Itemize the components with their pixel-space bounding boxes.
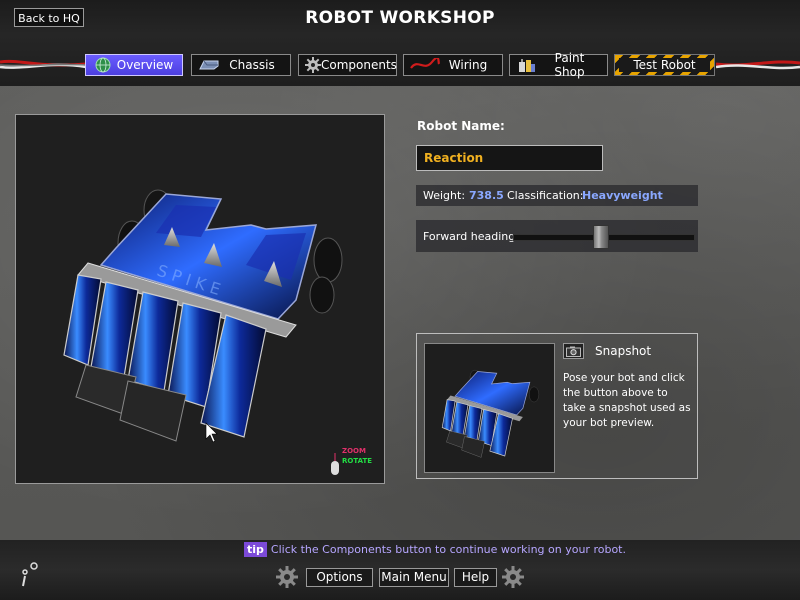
tab-test-robot[interactable]: Test Robot [614, 54, 715, 76]
classification-value: Heavyweight [582, 189, 663, 202]
tab-overview[interactable]: Overview [85, 54, 183, 76]
tab-label: Wiring [448, 58, 488, 72]
tab-label: Test Robot [619, 58, 710, 72]
cable-decoration-left [0, 59, 86, 69]
camera-icon [566, 346, 581, 357]
forward-heading-label: Forward heading: [423, 230, 519, 243]
stats-bar: Weight: 738.5 Classification: Heavyweigh… [416, 185, 698, 206]
tip-badge: tip [244, 542, 267, 557]
top-bar: Back to HQ ROBOT WORKSHOP Overview Chass… [0, 0, 800, 86]
snapshot-preview [424, 343, 555, 473]
weight-label: Weight: [423, 189, 466, 202]
gear-icon [276, 566, 298, 588]
robot-3d-viewport[interactable]: S P I K E [15, 114, 385, 484]
tab-label: Paint Shop [554, 51, 585, 79]
cable-decoration-right [716, 60, 800, 70]
tab-components[interactable]: Components [298, 54, 397, 76]
page-title: ROBOT WORKSHOP [305, 8, 495, 28]
info-icon[interactable] [15, 562, 39, 588]
tip-message: tip Click the Components button to conti… [244, 542, 626, 557]
tip-text: Click the Components button to continue … [270, 543, 626, 556]
globe-icon [92, 57, 114, 73]
snapshot-button[interactable] [563, 343, 584, 359]
help-button[interactable]: Help [454, 568, 497, 587]
snapshot-title: Snapshot [595, 344, 652, 358]
weight-value: 738.5 [469, 189, 504, 202]
chassis-icon [198, 57, 220, 73]
options-button[interactable]: Options [306, 568, 373, 587]
tab-chassis[interactable]: Chassis [191, 54, 291, 76]
forward-heading-panel: Forward heading: [416, 220, 698, 252]
paint-cans-icon [516, 57, 538, 73]
mouse-icon [331, 453, 339, 475]
robot-name-field[interactable]: Reaction [416, 145, 603, 171]
gear-icon [502, 566, 524, 588]
tab-label: Chassis [229, 58, 275, 72]
classification-label: Classification: [507, 189, 584, 202]
snapshot-description: Pose your bot and click the button above… [563, 372, 691, 429]
main-menu-button[interactable]: Main Menu [379, 568, 449, 587]
robot-name-label: Robot Name: [417, 119, 505, 133]
tab-label: Overview [116, 58, 174, 72]
tab-label: Components [321, 58, 397, 72]
forward-heading-slider-thumb[interactable] [593, 225, 610, 249]
wire-icon [410, 57, 440, 73]
snapshot-panel: Snapshot Pose your bot and click the but… [416, 333, 698, 479]
rotate-hint-label: ROTATE [342, 457, 373, 465]
gear-icon [305, 57, 321, 73]
robot-model-render: S P I K E [63, 189, 343, 443]
snapshot-robot-render [441, 369, 540, 458]
tab-wiring[interactable]: Wiring [403, 54, 503, 76]
zoom-hint-label: ZOOM [342, 447, 366, 455]
tab-paint-shop[interactable]: Paint Shop [509, 51, 608, 79]
